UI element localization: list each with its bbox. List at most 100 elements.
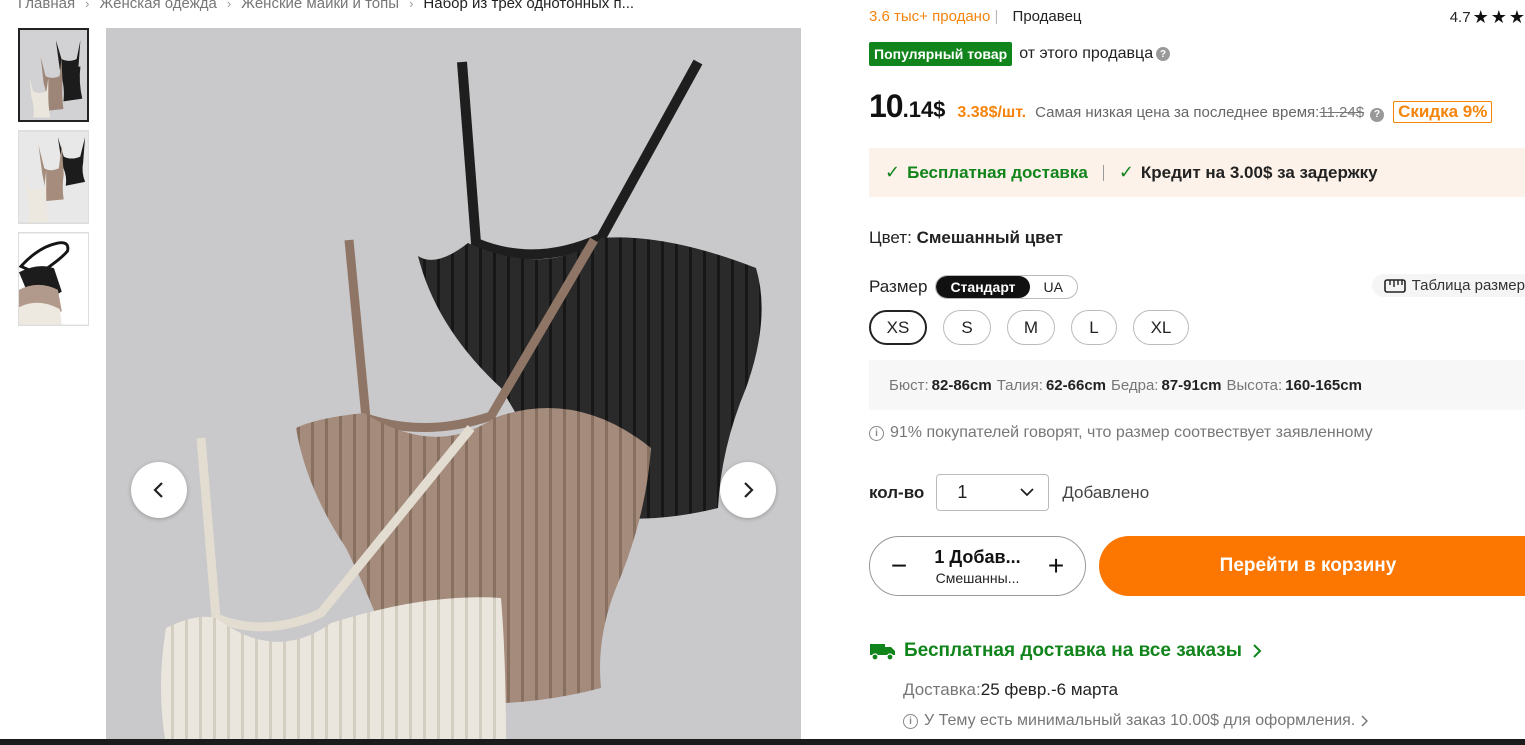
help-icon[interactable]: ? <box>1156 47 1171 61</box>
size-options: XS S M L XL <box>869 310 1189 345</box>
chevron-right-icon: › <box>226 0 232 11</box>
product-photo <box>106 28 801 745</box>
help-icon[interactable]: ? <box>1370 107 1385 122</box>
breadcrumb-current: Набор из трех однотонных п... <box>423 0 635 12</box>
size-option-l[interactable]: L <box>1071 310 1117 345</box>
ruler-icon <box>1383 278 1406 293</box>
fit-note: i 91% покупателей говорят, что размер со… <box>869 424 1373 442</box>
check-icon: ✓ <box>1118 162 1134 182</box>
old-price: 11.24$ <box>1319 104 1365 121</box>
breadcrumb-tops[interactable]: Женские майки и топы <box>241 0 399 12</box>
lowest-price-text: Самая низкая цена за последнее время: <box>1035 104 1320 121</box>
lowest-price-label: Самая низкая цена за последнее время:11.… <box>1035 104 1364 121</box>
rating-value: 4.7 <box>1449 8 1471 26</box>
color-label: Цвет: <box>869 228 912 247</box>
chevron-down-icon <box>1020 488 1034 497</box>
truck-icon <box>870 644 895 661</box>
divider: | <box>994 8 999 25</box>
price-row: 10 .14$ 3.38$/шт. Самая низкая цена за п… <box>869 88 1525 128</box>
sold-seller-row: 3.6 тыс+ продано | Продавец 4.7 ★ ★ ★ <box>869 8 1525 30</box>
go-to-cart-button[interactable]: Перейти в корзину <box>1099 536 1525 596</box>
seller-link[interactable]: Продавец <box>1013 8 1082 25</box>
thumbnail-2[interactable] <box>18 130 89 224</box>
size-system-toggle: Стандарт UA <box>935 275 1078 299</box>
chevron-left-icon <box>153 482 163 498</box>
prev-image-button[interactable] <box>131 462 187 518</box>
info-icon: i <box>903 713 918 729</box>
delivery-banner[interactable]: ✓ Бесплатная доставка ✓ Кредит на 3.00$ … <box>869 148 1525 197</box>
quantity-value: 1 <box>957 482 968 502</box>
chevron-right-icon <box>1361 715 1369 727</box>
sold-count: 3.6 тыс+ продано <box>869 8 991 25</box>
star-icon: ★ <box>1490 8 1507 27</box>
breadcrumb: Главная › Женская одежда › Женские майки… <box>18 0 634 12</box>
chevron-right-icon: › <box>409 0 414 11</box>
size-option-xs[interactable]: XS <box>869 310 927 345</box>
unit-price: 3.38$/шт. <box>957 104 1027 121</box>
chevron-right-icon <box>744 482 754 498</box>
cart-item-variant: Смешанны... <box>935 569 1020 586</box>
product-thumbnail-image <box>20 30 87 120</box>
measure-value: 160-165cm <box>1285 376 1362 394</box>
popular-text: от этого продавца <box>1019 45 1154 62</box>
credit-text: Кредит на 3.00$ за задержку <box>1140 162 1378 182</box>
info-icon: i <box>869 425 884 441</box>
free-delivery-text: Бесплатная доставка <box>907 162 1088 182</box>
price-whole: 10 <box>869 88 904 124</box>
delivery-date-value: 25 февр.-6 марта <box>980 680 1119 699</box>
free-shipping-link[interactable]: Бесплатная доставка на все заказы <box>869 640 1262 662</box>
thumbnail-1[interactable] <box>18 28 89 122</box>
product-thumbnail-image <box>19 131 88 223</box>
size-system-ua[interactable]: UA <box>1030 276 1077 298</box>
product-main-image[interactable] <box>106 28 801 745</box>
size-row: Размер Стандарт UA Таблица размер <box>869 274 1525 299</box>
measure-label: Высота: <box>1226 376 1283 394</box>
measure-value: 62-66cm <box>1045 376 1106 394</box>
popular-badge: Популярный товар <box>869 42 1013 66</box>
min-order-text: У Тему есть минимальный заказ 10.00$ для… <box>924 712 1356 729</box>
price-fraction: .14$ <box>902 97 946 122</box>
popular-row: Популярный товар от этого продавца ? <box>869 42 1171 66</box>
breadcrumb-womens-clothing[interactable]: Женская одежда <box>99 0 216 12</box>
taskbar-strip <box>0 739 1525 745</box>
size-label: Размер <box>869 277 928 296</box>
breadcrumb-home[interactable]: Главная <box>18 0 75 12</box>
size-table-button[interactable]: Таблица размер <box>1371 274 1525 297</box>
color-value: Смешанный цвет <box>916 228 1063 247</box>
measure-value: 87-91cm <box>1161 376 1222 394</box>
star-icon: ★ <box>1508 8 1525 27</box>
divider <box>1102 164 1104 181</box>
size-system-standard[interactable]: Стандарт <box>936 276 1030 298</box>
star-icon: ★ <box>1472 8 1489 27</box>
measure-value: 82-86cm <box>931 376 992 394</box>
quantity-select[interactable]: 1 <box>936 474 1050 511</box>
size-option-m[interactable]: M <box>1007 310 1055 345</box>
free-shipping-text: Бесплатная доставка на все заказы <box>904 640 1242 661</box>
check-icon: ✓ <box>885 162 901 182</box>
next-image-button[interactable] <box>720 462 776 518</box>
size-option-xl[interactable]: XL <box>1133 310 1189 345</box>
cart-item-count: 1 Добав... <box>934 546 1021 567</box>
minus-button[interactable]: − <box>888 552 910 580</box>
rating[interactable]: 4.7 ★ ★ ★ <box>1450 8 1525 26</box>
chevron-right-icon: › <box>85 0 90 11</box>
size-measurements: Бюст: 82-86cm Талия: 62-66cm Бедра: 87-91cm… <box>869 360 1525 410</box>
measure-label: Бюст: <box>889 376 929 394</box>
fit-note-text: 91% покупателей говорят, что размер соот… <box>890 424 1373 441</box>
cart-quantity-stepper: − 1 Добав... Смешанны... + <box>869 536 1086 596</box>
quantity-row: кол-во 1 Добавлено <box>869 474 1149 511</box>
delivery-date-label: Доставка: <box>903 680 981 699</box>
color-row: Цвет: Смешанный цвет <box>869 228 1063 248</box>
product-thumbnail-image <box>19 233 88 325</box>
thumbnail-3[interactable] <box>18 232 89 326</box>
discount-badge: Скидка 9% <box>1393 101 1493 123</box>
size-option-s[interactable]: S <box>943 310 991 345</box>
quantity-label: кол-во <box>869 482 925 502</box>
measure-label: Бедра: <box>1111 376 1159 394</box>
plus-button[interactable]: + <box>1045 552 1067 580</box>
min-order-note[interactable]: i У Тему есть минимальный заказ 10.00$ д… <box>903 712 1369 730</box>
measure-label: Талия: <box>996 376 1043 394</box>
added-status: Добавлено <box>1062 482 1150 502</box>
chevron-right-icon <box>1253 644 1262 658</box>
delivery-date: Доставка:25 февр.-6 марта <box>903 680 1118 700</box>
